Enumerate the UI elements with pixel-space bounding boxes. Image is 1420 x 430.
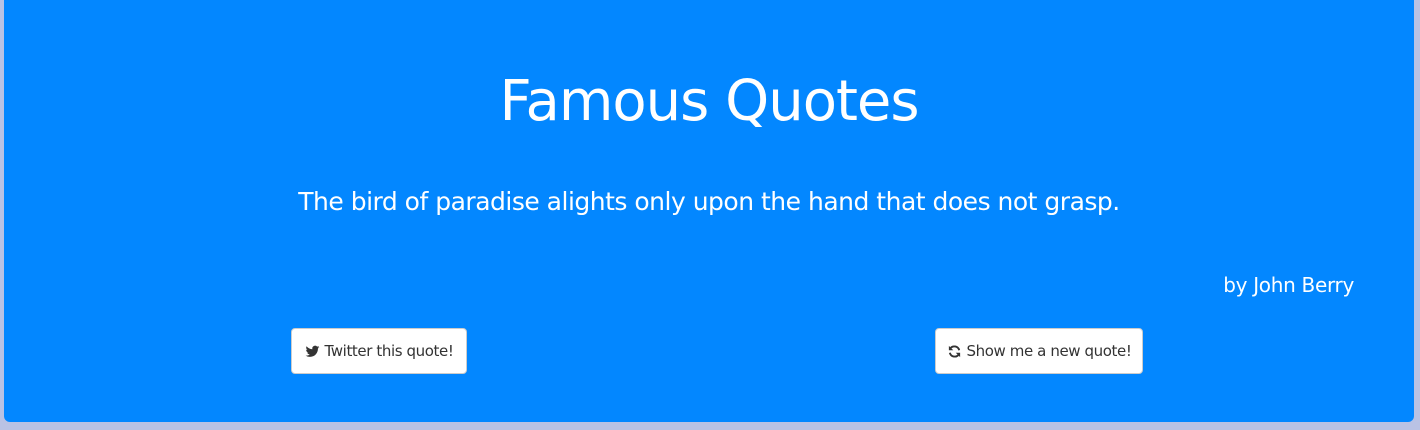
twitter-icon (305, 344, 320, 359)
quote-panel: Famous Quotes The bird of paradise aligh… (4, 0, 1414, 422)
quote-author: by John Berry (1223, 273, 1354, 297)
quote-text: The bird of paradise alights only upon t… (298, 187, 1120, 216)
twitter-button-label: Twitter this quote! (324, 342, 454, 360)
refresh-icon (947, 344, 962, 359)
new-quote-button-label: Show me a new quote! (966, 342, 1132, 360)
page-title: Famous Quotes (499, 69, 919, 134)
twitter-quote-button[interactable]: Twitter this quote! (291, 328, 467, 374)
new-quote-button[interactable]: Show me a new quote! (935, 328, 1143, 374)
